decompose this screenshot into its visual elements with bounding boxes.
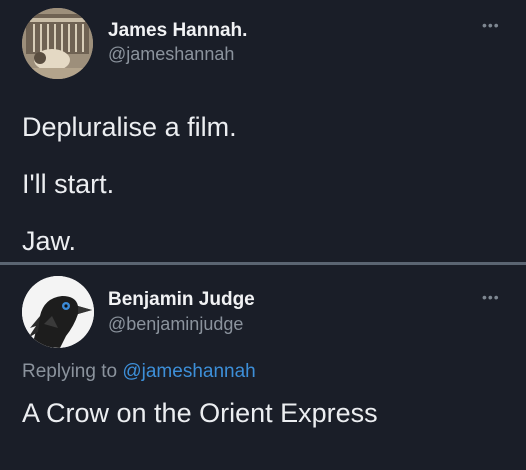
more-horizontal-icon[interactable]: •••: [482, 18, 500, 32]
crow-avatar-image: [22, 276, 94, 348]
reply-author-handle[interactable]: @benjaminjudge: [108, 314, 243, 335]
mention-link[interactable]: @jameshannah: [122, 361, 255, 382]
replying-to-label: Replying to: [22, 361, 118, 382]
author-handle[interactable]: @jameshannah: [108, 44, 234, 65]
tweet-text-line: I'll start.: [22, 169, 115, 199]
tweet-text-line: Jaw.: [22, 226, 77, 256]
reply-text: A Crow on the Orient Express: [22, 398, 378, 428]
more-horizontal-icon[interactable]: •••: [482, 290, 500, 304]
author-name[interactable]: James Hannah.: [108, 20, 247, 42]
replying-to-line: Replying to @jameshannah: [22, 361, 256, 383]
tweet-divider: [0, 262, 526, 265]
tweet-text-line: Depluralise a film.: [22, 112, 237, 142]
vintage-photo-avatar-image: [22, 8, 93, 79]
avatar-james-hannah[interactable]: [22, 8, 93, 79]
reply-author-name[interactable]: Benjamin Judge: [108, 289, 255, 311]
avatar-benjamin-judge[interactable]: [22, 276, 94, 348]
